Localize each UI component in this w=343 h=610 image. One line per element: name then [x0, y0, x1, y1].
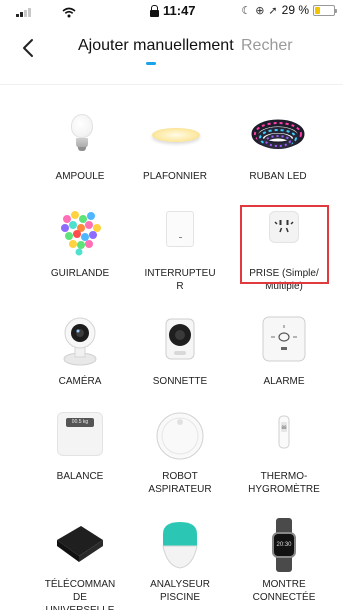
- device-tile-analyseur-piscine[interactable]: ANALYSEUR PISCINE: [130, 518, 230, 604]
- chevron-left-icon: [23, 39, 33, 57]
- device-label: RUBAN LED: [249, 171, 307, 182]
- remote-hub-icon: [53, 518, 107, 572]
- battery-fill: [315, 6, 320, 14]
- signal-icon: [16, 8, 34, 17]
- alarm-icon: [257, 315, 311, 369]
- rotation-lock-icon: ⊕: [255, 4, 265, 17]
- watch-display: 20:30: [276, 542, 292, 548]
- device-label: CAMÉRA: [58, 376, 102, 387]
- tab-manual-add[interactable]: Ajouter manuellement: [78, 37, 234, 55]
- svg-text:88: 88: [281, 425, 287, 430]
- back-button[interactable]: [18, 36, 40, 60]
- device-tile-interrupteur[interactable]: INTERRUPTEU R: [130, 207, 230, 293]
- battery-percent: 29 %: [281, 3, 309, 17]
- device-label: BALANCE: [56, 471, 104, 482]
- device-label: ALARME: [263, 376, 305, 387]
- header-divider: [0, 84, 343, 85]
- device-tile-robot-aspirateur[interactable]: ROBOT ASPIRATEUR: [130, 410, 230, 496]
- lock-icon: [150, 4, 159, 17]
- device-label: PLAFONNIER: [143, 171, 207, 182]
- header: Ajouter manuellement Recher: [0, 28, 343, 70]
- device-label: INTERRUPTEU R: [144, 268, 216, 292]
- thermo-hygrometer-icon: 88: [257, 410, 311, 464]
- device-tile-thermo-hygrometre[interactable]: 88 THERMO- HYGROMÈTRE: [234, 410, 334, 496]
- device-label: AMPOULE: [55, 171, 105, 182]
- status-time: 11:47: [163, 3, 196, 18]
- scale-display: 00.5 kg: [66, 418, 94, 427]
- device-tile-montre[interactable]: 20:30 MONTRE CONNECTÉE: [234, 518, 334, 604]
- device-tile-balance[interactable]: 00.5 kg BALANCE: [30, 410, 130, 483]
- device-label: ANALYSEUR PISCINE: [150, 579, 210, 603]
- device-tile-telecommande[interactable]: TÉLÉCOMMAN DE UNIVERSELLE: [30, 518, 130, 610]
- device-label: GUIRLANDE: [50, 268, 110, 279]
- device-tile-sonnette[interactable]: SONNETTE: [130, 315, 230, 388]
- tab-active-indicator: [146, 62, 156, 65]
- string-lights-icon: [53, 207, 107, 261]
- status-clock: 11:47: [150, 3, 196, 18]
- device-label: SONNETTE: [152, 376, 208, 387]
- device-tile-ruban-led[interactable]: RUBAN LED: [228, 110, 328, 183]
- doorbell-icon: [153, 315, 207, 369]
- status-right: ☾ ⊕ ➚ 29 %: [241, 3, 337, 17]
- device-label: ROBOT ASPIRATEUR: [148, 471, 212, 495]
- moon-icon: ☾: [241, 4, 252, 17]
- camera-icon: [53, 315, 107, 369]
- bulb-icon: [53, 110, 107, 164]
- device-tile-plafonnier[interactable]: PLAFONNIER: [125, 110, 225, 183]
- device-tile-guirlande[interactable]: GUIRLANDE: [30, 207, 130, 280]
- selected-device-highlight: [240, 205, 329, 284]
- battery-icon: [313, 4, 337, 16]
- device-label: TÉLÉCOMMAN DE UNIVERSELLE: [44, 579, 116, 610]
- status-bar: 11:47 ☾ ⊕ ➚ 29 %: [0, 0, 343, 22]
- robot-vacuum-icon: [153, 410, 207, 464]
- device-label: THERMO- HYGROMÈTRE: [248, 471, 320, 495]
- device-tile-alarme[interactable]: ALARME: [234, 315, 334, 388]
- location-icon: ➚: [268, 4, 278, 17]
- smartwatch-icon: 20:30: [257, 518, 311, 572]
- wifi-icon: [62, 5, 76, 18]
- device-tile-ampoule[interactable]: AMPOULE: [30, 110, 130, 183]
- pool-analyzer-icon: [153, 518, 207, 572]
- tab-search[interactable]: Recher: [241, 37, 293, 55]
- ceiling-light-icon: [148, 110, 202, 164]
- switch-icon: [153, 207, 207, 261]
- device-tile-camera[interactable]: CAMÉRA: [30, 315, 130, 388]
- device-label: MONTRE CONNECTÉE: [252, 579, 316, 603]
- scale-icon: 00.5 kg: [53, 410, 107, 464]
- led-strip-icon: [251, 110, 305, 164]
